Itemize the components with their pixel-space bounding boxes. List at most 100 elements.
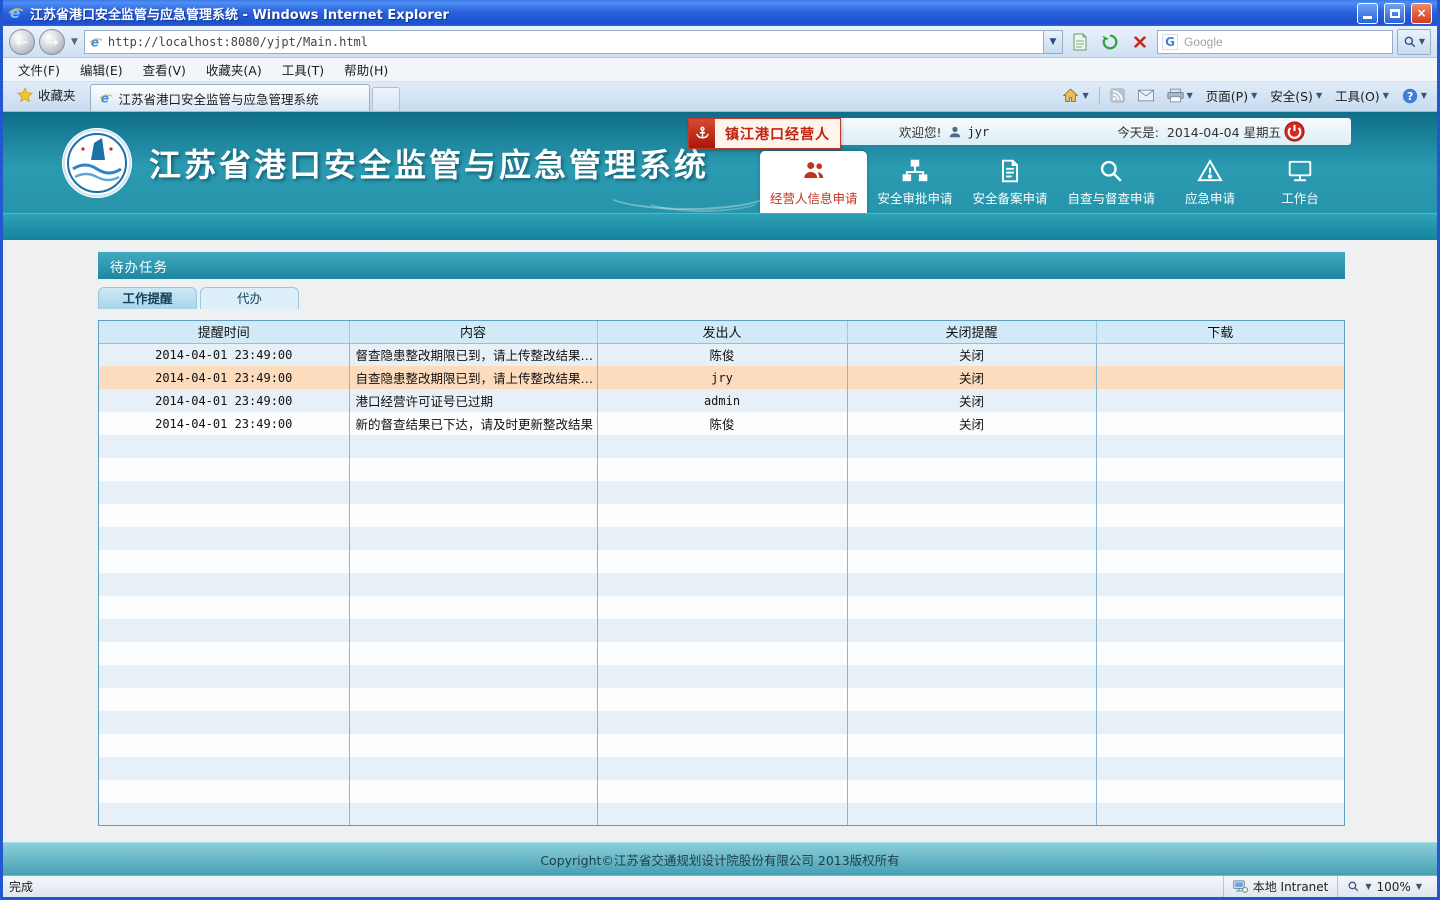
task-tabs: 工作提醒 代办 bbox=[98, 287, 1345, 309]
window-titlebar: e 江苏省港口安全监管与应急管理系统 - Windows Internet Ex… bbox=[3, 0, 1437, 26]
stop-icon[interactable] bbox=[1127, 29, 1153, 55]
col-close: 关闭提醒 bbox=[847, 321, 1096, 343]
zoom-control[interactable]: ▼ 100% ▼ bbox=[1337, 876, 1431, 897]
site-footer: Copyright©江苏省交通规划设计院股份有限公司 2013版权所有 bbox=[3, 842, 1437, 875]
url-input[interactable] bbox=[108, 32, 1038, 52]
tab-title: 江苏省港口安全监管与应急管理系统 bbox=[119, 89, 319, 108]
nav-subband bbox=[3, 213, 1437, 240]
zoom-icon bbox=[1347, 880, 1360, 893]
menu-favorites[interactable]: 收藏夹(A) bbox=[197, 57, 271, 82]
menu-tools[interactable]: 工具(T) bbox=[273, 57, 333, 82]
welcome-label: 欢迎您! bbox=[899, 122, 942, 141]
date-value: 2014-04-04 星期五 bbox=[1167, 122, 1281, 141]
zone-indicator: 本地 Intranet bbox=[1223, 876, 1338, 897]
welcome-group: 欢迎您! jyr bbox=[899, 122, 989, 141]
rss-icon bbox=[1110, 88, 1125, 103]
status-text: 完成 bbox=[9, 878, 33, 895]
close-reminder-link[interactable]: 关闭 bbox=[959, 417, 984, 432]
nav-workbench[interactable]: 工作台 bbox=[1255, 151, 1345, 213]
menu-file[interactable]: 文件(F) bbox=[9, 57, 69, 82]
refresh-icon[interactable] bbox=[1097, 29, 1123, 55]
nav-inspection[interactable]: 自查与督查申请 bbox=[1057, 151, 1165, 213]
tools-button[interactable]: 工具(O)▼ bbox=[1329, 83, 1395, 108]
mail-button[interactable] bbox=[1132, 86, 1160, 105]
table-row-empty bbox=[99, 619, 1344, 642]
date-group: 今天是: 2014-04-04 星期五 bbox=[1117, 122, 1281, 141]
nav-safety-approval[interactable]: 安全审批申请 bbox=[867, 151, 962, 213]
table-row-empty bbox=[99, 481, 1344, 504]
close-reminder-link[interactable]: 关闭 bbox=[959, 371, 984, 386]
favorites-bar: 收藏夹 e 江苏省港口安全监管与应急管理系统 ▼ ▼ bbox=[3, 82, 1437, 112]
safety-button[interactable]: 安全(S)▼ bbox=[1264, 83, 1328, 108]
anchor-icon bbox=[689, 119, 715, 148]
main-nav: 经营人信息申请 安全审批申请 安全备案申请 自查与督查申请 应急申请 bbox=[760, 151, 1345, 213]
table-row-empty bbox=[99, 711, 1344, 734]
page-content: 待办任务 工作提醒 代办 提醒时间 内容 发出人 关闭提醒 下载 bbox=[3, 240, 1437, 842]
svg-text:e: e bbox=[10, 5, 20, 21]
table-row-empty bbox=[99, 803, 1344, 826]
print-button[interactable]: ▼ bbox=[1161, 85, 1199, 106]
close-reminder-link[interactable]: 关闭 bbox=[959, 348, 984, 363]
table-row-empty bbox=[99, 573, 1344, 596]
browser-tab[interactable]: e 江苏省港口安全监管与应急管理系统 bbox=[90, 84, 370, 111]
star-icon bbox=[17, 87, 33, 103]
nav-operator-info[interactable]: 经营人信息申请 bbox=[760, 151, 868, 213]
tab-agency[interactable]: 代办 bbox=[200, 287, 299, 309]
zoom-level: 100% bbox=[1377, 880, 1411, 894]
status-bar: 完成 本地 Intranet ▼ 100% ▼ bbox=[3, 875, 1437, 897]
compatibility-view-icon[interactable] bbox=[1067, 29, 1093, 55]
todo-table: 提醒时间 内容 发出人 关闭提醒 下载 2014-04-01 23:49:00 … bbox=[98, 320, 1345, 826]
site-logo bbox=[61, 127, 133, 199]
minimize-button[interactable] bbox=[1357, 3, 1378, 24]
menu-edit[interactable]: 编辑(E) bbox=[71, 57, 132, 82]
col-download: 下载 bbox=[1096, 321, 1344, 343]
close-button[interactable]: × bbox=[1411, 3, 1432, 24]
table-row: 2014-04-01 23:49:00 督查隐患整改期限已到，请上传整改结果… … bbox=[99, 343, 1344, 366]
table-row-empty bbox=[99, 596, 1344, 619]
svg-text:e: e bbox=[100, 91, 108, 105]
table-row-empty bbox=[99, 550, 1344, 573]
nav-safety-record[interactable]: 安全备案申请 bbox=[962, 151, 1057, 213]
table-row-empty bbox=[99, 665, 1344, 688]
address-dropdown-icon[interactable]: ▼ bbox=[1043, 31, 1062, 53]
table-row: 2014-04-01 23:49:00 新的督查结果已下达，请及时更新整改结果 … bbox=[99, 412, 1344, 435]
window-title: 江苏省港口安全监管与应急管理系统 - Windows Internet Expl… bbox=[30, 4, 1351, 23]
page-viewport: 江苏省港口安全监管与应急管理系统 镇江港口经营人 欢迎您! jyr 今天是: bbox=[3, 112, 1437, 875]
home-icon bbox=[1062, 87, 1079, 104]
new-tab-stub[interactable] bbox=[372, 87, 400, 111]
logout-button[interactable] bbox=[1284, 121, 1305, 142]
date-label: 今天是: bbox=[1117, 122, 1159, 141]
search-button[interactable]: ▼ bbox=[1397, 29, 1431, 55]
back-icon[interactable]: ← bbox=[9, 29, 35, 55]
browser-window: e 江苏省港口安全监管与应急管理系统 - Windows Internet Ex… bbox=[0, 0, 1440, 900]
menu-bar: 文件(F) 编辑(E) 查看(V) 收藏夹(A) 工具(T) 帮助(H) bbox=[3, 58, 1437, 82]
tab-work-reminder[interactable]: 工作提醒 bbox=[98, 287, 197, 309]
table-row-empty bbox=[99, 458, 1344, 481]
help-button[interactable]: ? ▼ bbox=[1396, 85, 1433, 107]
favorites-button[interactable]: 收藏夹 bbox=[7, 80, 86, 109]
google-icon: G bbox=[1162, 34, 1178, 50]
col-remind-time: 提醒时间 bbox=[99, 321, 349, 343]
nav-emergency[interactable]: 应急申请 bbox=[1165, 151, 1255, 213]
table-row-empty bbox=[99, 757, 1344, 780]
forward-icon[interactable]: → bbox=[39, 29, 65, 55]
decorative-wave bbox=[643, 186, 763, 212]
menu-view[interactable]: 查看(V) bbox=[134, 57, 195, 82]
search-input[interactable] bbox=[1184, 33, 1388, 51]
col-sender: 发出人 bbox=[597, 321, 847, 343]
page-button[interactable]: 页面(P)▼ bbox=[1200, 83, 1263, 108]
close-reminder-link[interactable]: 关闭 bbox=[959, 394, 984, 409]
document-icon bbox=[997, 158, 1023, 184]
table-row-empty bbox=[99, 688, 1344, 711]
history-dropdown-icon[interactable]: ▼ bbox=[69, 37, 80, 47]
search-box[interactable]: G bbox=[1157, 30, 1393, 54]
menu-help[interactable]: 帮助(H) bbox=[335, 57, 397, 82]
site-title: 江苏省港口安全监管与应急管理系统 bbox=[149, 140, 709, 186]
site-header: 江苏省港口安全监管与应急管理系统 镇江港口经营人 欢迎您! jyr 今天是: bbox=[3, 112, 1437, 213]
table-row-empty bbox=[99, 435, 1344, 458]
address-bar[interactable]: e ▼ bbox=[84, 30, 1063, 54]
home-button[interactable]: ▼ bbox=[1056, 84, 1094, 107]
feeds-button[interactable] bbox=[1104, 85, 1131, 106]
maximize-button[interactable] bbox=[1384, 3, 1405, 24]
table-row: 2014-04-01 23:49:00 港口经营许可证号已过期 admin 关闭 bbox=[99, 389, 1344, 412]
